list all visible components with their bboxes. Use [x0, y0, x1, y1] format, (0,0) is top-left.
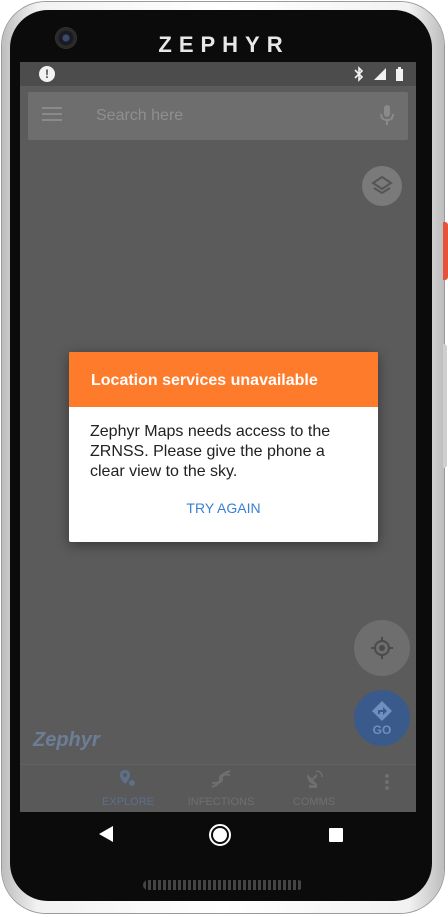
recents-icon[interactable] — [328, 827, 344, 843]
dna-icon — [211, 770, 231, 788]
device-brand: ZEPHYR — [158, 32, 290, 57]
nav-item-infections[interactable]: INFECTIONS — [181, 769, 261, 808]
mic-icon[interactable] — [380, 104, 394, 126]
alert-icon: ! — [39, 66, 55, 82]
satellite-dish-icon — [307, 770, 323, 788]
layers-button[interactable] — [362, 166, 402, 206]
bluetooth-icon — [354, 66, 364, 82]
nav-label-explore: EXPLORE — [102, 796, 154, 808]
signal-icon — [373, 68, 386, 80]
nav-label-infections: INFECTIONS — [187, 796, 255, 808]
status-bar: ! — [20, 62, 416, 86]
status-icons — [350, 66, 404, 82]
bottom-speaker-grill — [143, 880, 303, 890]
home-icon[interactable] — [208, 823, 232, 847]
dialog-message: Zephyr Maps needs access to the ZRNSS. P… — [90, 423, 331, 480]
go-label: GO — [372, 723, 392, 737]
directions-icon — [372, 701, 392, 721]
try-again-button[interactable]: TRY AGAIN — [69, 500, 378, 516]
search-bar[interactable]: Search here — [28, 92, 408, 140]
map-pin-icon — [120, 770, 135, 786]
go-button[interactable]: GO — [354, 690, 410, 746]
volume-button[interactable] — [443, 344, 447, 468]
bottom-nav: EXPLORE INFECTIONS COMMS — [20, 764, 416, 812]
screen: ! Search here GO Zephyr EXPLORE INFECTIO… — [20, 62, 416, 812]
system-nav-bar — [20, 812, 416, 856]
location-dialog: Location services unavailable Zephyr Map… — [69, 352, 378, 542]
more-vert-icon[interactable] — [384, 773, 390, 791]
crosshair-icon — [371, 637, 393, 659]
back-icon[interactable] — [98, 825, 114, 843]
menu-icon[interactable] — [42, 106, 62, 122]
nav-item-explore[interactable]: EXPLORE — [88, 769, 168, 808]
dialog-title: Location services unavailable — [91, 372, 318, 389]
locate-button[interactable] — [354, 620, 410, 676]
search-input[interactable]: Search here — [96, 107, 183, 125]
nav-label-comms: COMMS — [292, 796, 336, 808]
layers-icon — [371, 175, 393, 195]
zephyr-watermark-logo: Zephyr — [33, 729, 100, 751]
nav-item-comms[interactable]: COMMS — [274, 769, 354, 808]
dialog-header: Location services unavailable — [69, 352, 378, 407]
power-button[interactable] — [443, 222, 448, 280]
battery-icon — [396, 67, 403, 81]
